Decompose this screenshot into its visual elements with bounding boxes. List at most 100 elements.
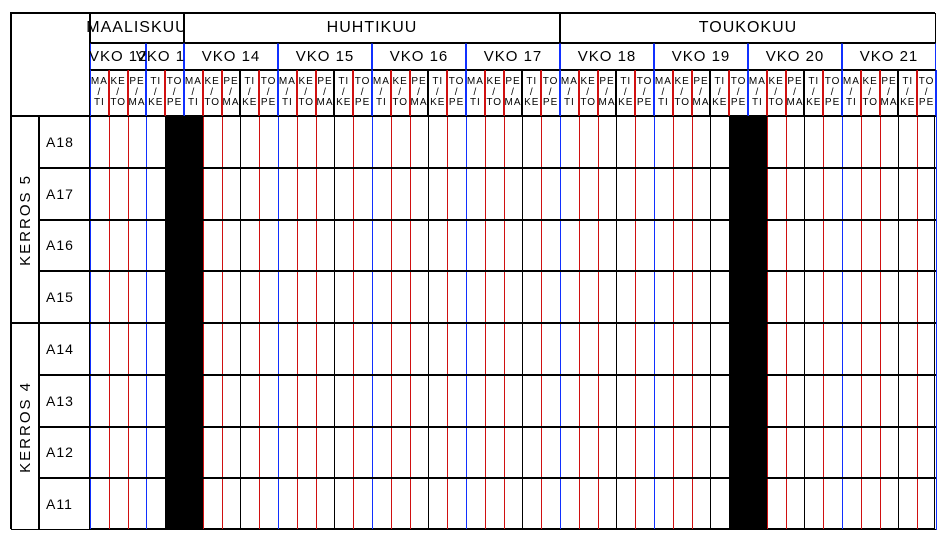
day-header-label: TI / KE	[806, 77, 821, 109]
day-header-label: TO / PE	[637, 77, 653, 109]
day-header: TO / PE	[729, 70, 748, 116]
row-label: A18	[39, 116, 90, 168]
day-header-label: PE / MA	[787, 77, 804, 109]
week-header: VKO 21	[842, 43, 936, 70]
day-header: KE / TO	[391, 70, 410, 116]
day-header-label: TI / KE	[148, 77, 163, 109]
week-header: VKO 16	[372, 43, 466, 70]
grid-frame: MAALISKUUHUHTIKUUTOUKOKUU VKO 12VKO 13VK…	[10, 12, 935, 529]
day-header: TI / KE	[710, 70, 729, 116]
day-header: PE / MA	[880, 70, 899, 116]
day-header-label: KE / TO	[298, 77, 314, 109]
day-header: PE / MA	[222, 70, 241, 116]
schedule-chart: MAALISKUUHUHTIKUUTOUKOKUU VKO 12VKO 13VK…	[0, 0, 945, 541]
day-header-label: PE / MA	[693, 77, 710, 109]
day-header-label: TO / PE	[543, 77, 559, 109]
day-header-label: TI / KE	[242, 77, 257, 109]
day-header-label: PE / MA	[505, 77, 522, 109]
floor-label: KERROS 4	[11, 323, 39, 530]
day-header: PE / MA	[598, 70, 617, 116]
day-header-label: MA / TI	[185, 77, 202, 109]
day-header-label: TO / PE	[919, 77, 935, 109]
row-label: A11	[39, 478, 90, 530]
day-header: TO / PE	[823, 70, 842, 116]
day-header-label: PE / MA	[317, 77, 334, 109]
day-header: TO / PE	[447, 70, 466, 116]
week-header: VKO 18	[560, 43, 654, 70]
day-header: TI / KE	[146, 70, 165, 116]
day-header: MA / TI	[560, 70, 579, 116]
day-header-label: TO / PE	[167, 77, 183, 109]
day-header: PE / MA	[316, 70, 335, 116]
day-header: TO / PE	[541, 70, 560, 116]
week-header: VKO 13	[146, 43, 184, 70]
floor-label: KERROS 5	[11, 116, 39, 323]
day-header-label: MA / TI	[749, 77, 766, 109]
day-header-label: PE / MA	[223, 77, 240, 109]
day-header: PE / MA	[128, 70, 147, 116]
day-header: TI / KE	[240, 70, 259, 116]
day-header: KE / TO	[203, 70, 222, 116]
day-header-label: KE / TO	[674, 77, 690, 109]
row-label: A13	[39, 375, 90, 427]
day-header: TI / KE	[428, 70, 447, 116]
day-header-label: TO / PE	[825, 77, 841, 109]
day-header-label: MA / TI	[467, 77, 484, 109]
day-header: TO / PE	[353, 70, 372, 116]
day-header-label: TO / PE	[449, 77, 465, 109]
row-label: A15	[39, 271, 90, 323]
day-header-label: TO / PE	[261, 77, 277, 109]
grid-row	[90, 375, 936, 427]
day-header: TI / KE	[804, 70, 823, 116]
day-header-label: MA / TI	[373, 77, 390, 109]
week-header: VKO 15	[278, 43, 372, 70]
floor-label-text: KERROS 5	[17, 174, 34, 266]
day-header-label: TI / KE	[712, 77, 727, 109]
day-header-label: KE / TO	[862, 77, 878, 109]
day-header: MA / TI	[90, 70, 109, 116]
row-label: A14	[39, 323, 90, 375]
header-corner	[11, 13, 90, 116]
grid-row	[90, 116, 936, 168]
month-header: TOUKOKUU	[560, 13, 936, 43]
grid-row	[90, 323, 936, 375]
day-header: MA / TI	[466, 70, 485, 116]
grid-row	[90, 220, 936, 272]
day-header: KE / TO	[861, 70, 880, 116]
row-label: A12	[39, 427, 90, 479]
day-header-label: TI / KE	[618, 77, 633, 109]
day-header-label: TI / KE	[900, 77, 915, 109]
row-label: A17	[39, 168, 90, 220]
day-header-label: TI / KE	[336, 77, 351, 109]
day-header-label: KE / TO	[392, 77, 408, 109]
day-header: PE / MA	[410, 70, 429, 116]
blackout-block	[165, 116, 203, 530]
day-header-label: PE / MA	[599, 77, 616, 109]
day-header-label: PE / MA	[411, 77, 428, 109]
day-header: KE / TO	[485, 70, 504, 116]
day-header: MA / TI	[748, 70, 767, 116]
day-header: TO / PE	[635, 70, 654, 116]
day-header-label: PE / MA	[129, 77, 146, 109]
month-header: MAALISKUU	[90, 13, 184, 43]
day-header-label: MA / TI	[843, 77, 860, 109]
day-header-label: TO / PE	[731, 77, 747, 109]
day-header: TO / PE	[917, 70, 936, 116]
day-header: PE / MA	[504, 70, 523, 116]
day-header: TI / KE	[898, 70, 917, 116]
row-label: A16	[39, 220, 90, 272]
day-header-label: KE / TO	[580, 77, 596, 109]
day-header-label: KE / TO	[204, 77, 220, 109]
day-header-label: KE / TO	[110, 77, 126, 109]
week-header: VKO 17	[466, 43, 560, 70]
day-header-label: KE / TO	[486, 77, 502, 109]
day-header-label: TO / PE	[355, 77, 371, 109]
week-header: VKO 20	[748, 43, 842, 70]
day-header: MA / TI	[372, 70, 391, 116]
floor-label-text: KERROS 4	[17, 381, 34, 473]
week-header: VKO 19	[654, 43, 748, 70]
blackout-block	[729, 116, 767, 530]
day-header-label: TI / KE	[524, 77, 539, 109]
grid-row	[90, 168, 936, 220]
week-header: VKO 14	[184, 43, 278, 70]
